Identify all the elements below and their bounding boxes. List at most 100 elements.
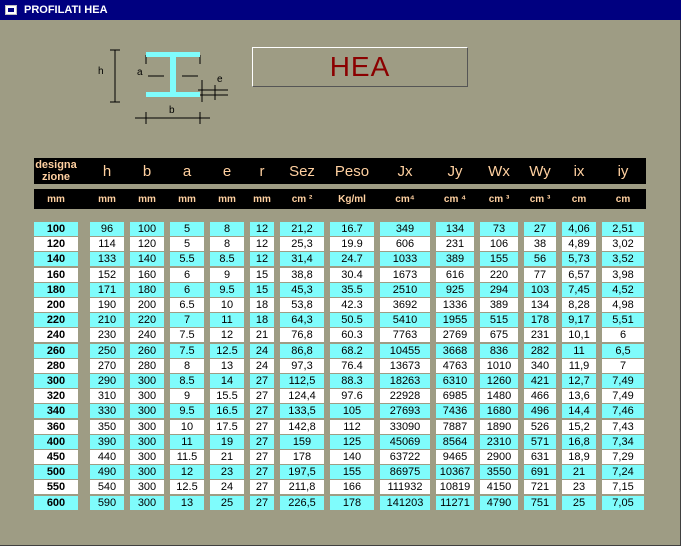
- value-cell: 5,73: [562, 252, 596, 267]
- value-cell: 21: [562, 465, 596, 480]
- profile-type-banner: HEA: [252, 47, 468, 87]
- value-cell: 300: [130, 465, 164, 480]
- value-cell: 11: [210, 313, 244, 328]
- value-cell: 77: [524, 267, 556, 282]
- value-cell: 13: [170, 495, 204, 510]
- value-cell: 12,7: [562, 374, 596, 388]
- value-cell: 27: [250, 480, 274, 495]
- table-row[interactable]: 260 250 260 7.5 12.5 24 86,8 68.2 10455 3668 836 28…: [34, 343, 646, 359]
- value-cell: 50.5: [330, 313, 374, 328]
- value-cell: 7,49: [602, 374, 644, 388]
- value-cell: 7,34: [602, 434, 644, 449]
- column-header: h: [102, 162, 112, 180]
- value-cell: 515: [480, 313, 518, 328]
- value-cell: 240: [130, 328, 164, 343]
- value-cell: 73: [480, 222, 518, 236]
- value-cell: 16.7: [330, 222, 374, 236]
- table-row[interactable]: 400 390 300 11 19 27 159 125 45069 8564 2310 571 16,…: [34, 434, 646, 450]
- value-cell: 8: [210, 237, 244, 252]
- value-cell: 10,1: [562, 328, 596, 343]
- value-cell: 7,45: [562, 282, 596, 297]
- table-row[interactable]: 600 590 300 13 25 27 226,5 178 141203 11271 4790 75…: [34, 495, 646, 511]
- table-row[interactable]: 160 152 160 6 9 15 38,8 30.4 1673 616 220 77 6,57 3,9…: [34, 267, 646, 283]
- value-cell: 7,15: [602, 480, 644, 495]
- table-row[interactable]: 180 171 180 6 9.5 15 45,3 35.5 2510 925 294 103 7,45…: [34, 282, 646, 298]
- value-cell: 18263: [380, 374, 430, 388]
- value-cell: 134: [436, 222, 474, 236]
- value-cell: 120: [130, 237, 164, 252]
- value-cell: 12: [250, 252, 274, 267]
- value-cell: 11: [170, 434, 204, 449]
- value-cell: 2,51: [602, 222, 644, 236]
- value-cell: 300: [130, 389, 164, 404]
- value-cell: 1680: [480, 404, 518, 419]
- value-cell: 103: [524, 282, 556, 297]
- designation-cell: 120: [34, 237, 78, 252]
- value-cell: 160: [130, 267, 164, 282]
- value-cell: 166: [330, 480, 374, 495]
- value-cell: 33090: [380, 419, 430, 434]
- value-cell: 925: [436, 282, 474, 297]
- value-cell: 23: [562, 480, 596, 495]
- designation-cell: 160: [34, 267, 78, 282]
- value-cell: 18,9: [562, 450, 596, 464]
- table-row[interactable]: 220 210 220 7 11 18 64,3 50.5 5410 1955 515 178 9,17…: [34, 313, 646, 328]
- value-cell: 751: [524, 495, 556, 510]
- column-unit: cm: [571, 193, 587, 205]
- value-cell: 88.3: [330, 374, 374, 388]
- value-cell: 2900: [480, 450, 518, 464]
- table-row[interactable]: 100 96 100 5 8 12 21,2 16.7 349 134 73 27 4,06 2,51: [34, 222, 646, 237]
- title-bar[interactable]: PROFILATI HEA: [0, 0, 681, 20]
- value-cell: 3,52: [602, 252, 644, 267]
- table-row[interactable]: 340 330 300 9.5 16.5 27 133,5 105 27693 7436 1680 4…: [34, 404, 646, 419]
- value-cell: 9.5: [210, 282, 244, 297]
- value-cell: 9: [210, 267, 244, 282]
- value-cell: 56: [524, 252, 556, 267]
- value-cell: 27: [250, 465, 274, 480]
- value-cell: 390: [90, 434, 124, 449]
- value-cell: 27: [250, 419, 274, 434]
- value-cell: 18: [250, 313, 274, 328]
- value-cell: 1673: [380, 267, 430, 282]
- value-cell: 12: [210, 328, 244, 343]
- value-cell: 86975: [380, 465, 430, 480]
- column-unit: mm: [47, 193, 65, 205]
- value-cell: 7,43: [602, 419, 644, 434]
- value-cell: 124,4: [280, 389, 324, 404]
- table-row[interactable]: 500 490 300 12 23 27 197,5 155 86975 10367 3550 691…: [34, 465, 646, 480]
- value-cell: 631: [524, 450, 556, 464]
- value-cell: 27: [250, 374, 274, 388]
- system-menu-icon[interactable]: [5, 5, 17, 15]
- value-cell: 112,5: [280, 374, 324, 388]
- value-cell: 171: [90, 282, 124, 297]
- table-row[interactable]: 200 190 200 6.5 10 18 53,8 42.3 3692 1336 389 134 8,…: [34, 298, 646, 313]
- designation-cell: 400: [34, 434, 78, 449]
- value-cell: 14,4: [562, 404, 596, 419]
- value-cell: 6,5: [602, 343, 644, 358]
- column-unit: cm: [615, 193, 631, 205]
- value-cell: 3668: [436, 343, 474, 358]
- value-cell: 16,8: [562, 434, 596, 449]
- value-cell: 721: [524, 480, 556, 495]
- table-row[interactable]: 120 114 120 5 8 12 25,3 19.9 606 231 106 38 4,89 3,02: [34, 237, 646, 252]
- table-row[interactable]: 300 290 300 8.5 14 27 112,5 88.3 18263 6310 1260 42…: [34, 374, 646, 389]
- table-row[interactable]: 320 310 300 9 15.5 27 124,4 97.6 22928 6985 1480 46…: [34, 389, 646, 404]
- value-cell: 114: [90, 237, 124, 252]
- value-cell: 3692: [380, 298, 430, 312]
- value-cell: 45,3: [280, 282, 324, 297]
- value-cell: 282: [524, 343, 556, 358]
- column-header: Sez: [289, 162, 315, 180]
- table-row[interactable]: 360 350 300 10 17.5 27 142,8 112 33090 7887 1890 52…: [34, 419, 646, 435]
- table-row[interactable]: 450 440 300 11.5 21 27 178 140 63722 9465 2900 631 1…: [34, 450, 646, 465]
- value-cell: 134: [524, 298, 556, 312]
- value-cell: 350: [90, 419, 124, 434]
- table-row[interactable]: 550 540 300 12.5 24 27 211,8 166 111932 10819 4150…: [34, 480, 646, 495]
- table-row[interactable]: 240 230 240 7.5 12 21 76,8 60.3 7763 2769 675 231 10…: [34, 328, 646, 343]
- value-cell: 1480: [480, 389, 518, 404]
- table-row[interactable]: 140 133 140 5.5 8.5 12 31,4 24.7 1033 389 155 56 5,7…: [34, 252, 646, 267]
- value-cell: 15: [250, 282, 274, 297]
- value-cell: 15.5: [210, 389, 244, 404]
- value-cell: 155: [480, 252, 518, 267]
- table-row[interactable]: 280 270 280 8 13 24 97,3 76.4 13673 4763 1010 340 11…: [34, 358, 646, 374]
- column-header: a: [182, 162, 192, 180]
